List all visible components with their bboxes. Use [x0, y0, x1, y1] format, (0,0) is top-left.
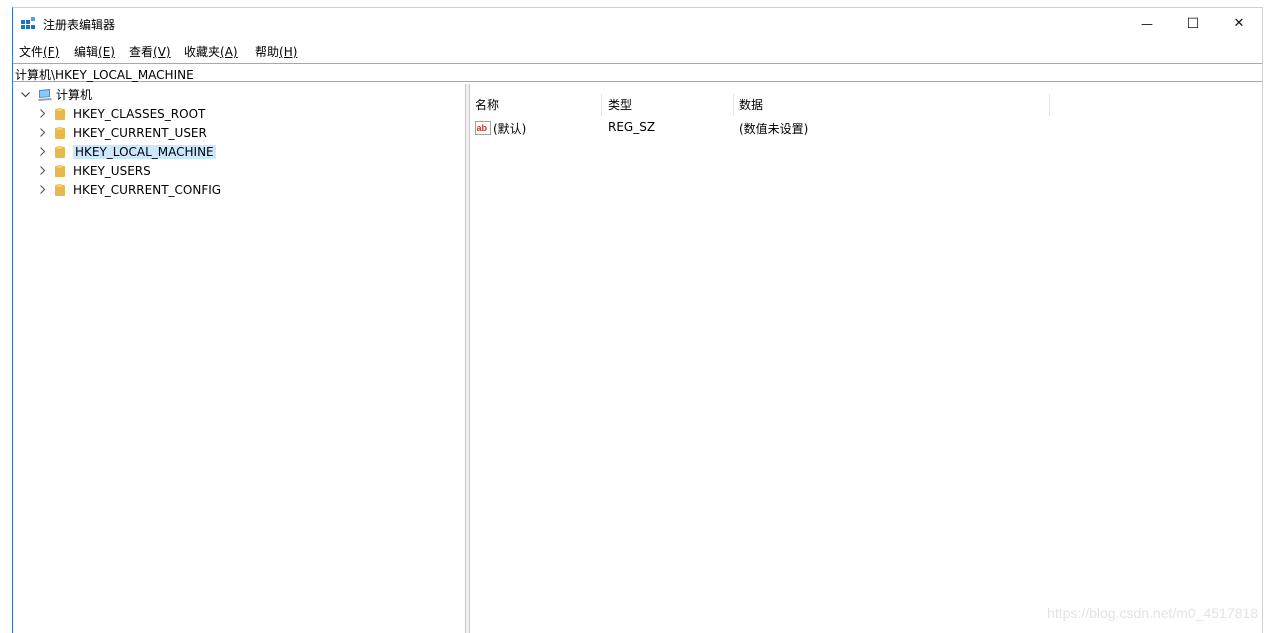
menu-bar: 文件(F) 编辑(E) 查看(V) 收藏夹(A) 帮助(H) [13, 41, 1262, 61]
column-header-name[interactable]: 名称 [475, 96, 499, 114]
minimize-button[interactable]: — [1124, 8, 1170, 39]
value-data: (数值未设置) [739, 122, 809, 136]
tree-label: HKEY_CLASSES_ROOT [73, 106, 206, 121]
tree-label: HKEY_CURRENT_CONFIG [73, 182, 222, 197]
values-list-pane[interactable]: 名称 类型 数据 ab (默认) REG_SZ (数值未设置) https://… [470, 84, 1262, 633]
address-bar[interactable]: 计算机\HKEY_LOCAL_MACHINE [13, 63, 1262, 82]
tree-label: 计算机 [56, 88, 93, 102]
folder-icon [55, 126, 65, 139]
tree-item-hkey-local-machine[interactable]: HKEY_LOCAL_MACHINE [37, 142, 216, 161]
value-name-cell[interactable]: ab (默认) [475, 120, 526, 137]
watermark-text: https://blog.csdn.net/m0_4517818 [1047, 605, 1258, 621]
close-icon: ✕ [1233, 16, 1245, 31]
column-divider[interactable] [733, 94, 734, 116]
chevron-right-icon[interactable] [37, 123, 49, 142]
column-divider[interactable] [601, 94, 602, 116]
column-divider[interactable] [1049, 94, 1050, 116]
tree-item-hkey-classes-root[interactable]: HKEY_CLASSES_ROOT [37, 104, 205, 123]
maximize-button[interactable]: ☐ [1170, 8, 1216, 39]
folder-icon [55, 164, 65, 177]
value-type: REG_SZ [608, 120, 656, 134]
value-name: (默认) [493, 122, 527, 136]
menu-favorites[interactable]: 收藏夹(A) [184, 43, 238, 60]
chevron-down-icon[interactable] [19, 85, 31, 104]
tree-item-hkey-current-config[interactable]: HKEY_CURRENT_CONFIG [37, 180, 221, 199]
column-header-type[interactable]: 类型 [608, 96, 632, 114]
tree-item-hkey-users[interactable]: HKEY_USERS [37, 161, 151, 180]
menu-help[interactable]: 帮助(H) [255, 43, 297, 60]
chevron-right-icon[interactable] [37, 161, 49, 180]
tree-label-selected: HKEY_LOCAL_MACHINE [73, 144, 216, 159]
menu-view[interactable]: 查看(V) [129, 43, 171, 60]
key-tree-pane[interactable]: 计算机 HKEY_CLASSES_ROOT HKEY_CURRENT_USER … [13, 84, 465, 633]
tree-label: HKEY_USERS [73, 163, 151, 178]
column-header-data[interactable]: 数据 [739, 96, 763, 114]
folder-icon [55, 107, 65, 120]
tree-label: HKEY_CURRENT_USER [73, 125, 207, 140]
chevron-right-icon[interactable] [37, 142, 49, 161]
regedit-app-icon [21, 17, 35, 29]
registry-editor-window: 注册表编辑器 — ☐ ✕ 文件(F) 编辑(E) 查看(V) 收藏夹(A) 帮助… [12, 7, 1263, 633]
folder-icon [55, 183, 65, 196]
computer-icon [38, 88, 52, 101]
string-value-icon: ab [475, 121, 491, 135]
svg-text:ab: ab [477, 123, 488, 133]
tree-item-hkey-current-user[interactable]: HKEY_CURRENT_USER [37, 123, 207, 142]
menu-file[interactable]: 文件(F) [19, 43, 59, 60]
address-path[interactable]: 计算机\HKEY_LOCAL_MACHINE [15, 66, 194, 83]
chevron-right-icon[interactable] [37, 180, 49, 199]
title-bar[interactable]: 注册表编辑器 — ☐ ✕ [13, 8, 1262, 39]
menu-edit[interactable]: 编辑(E) [74, 43, 115, 60]
maximize-icon: ☐ [1186, 15, 1200, 32]
folder-icon [55, 145, 65, 158]
tree-root-computer[interactable]: 计算机 [19, 85, 92, 104]
window-title: 注册表编辑器 [43, 18, 116, 32]
minimize-icon: — [1141, 16, 1153, 31]
chevron-right-icon[interactable] [37, 104, 49, 123]
close-button[interactable]: ✕ [1216, 8, 1262, 39]
